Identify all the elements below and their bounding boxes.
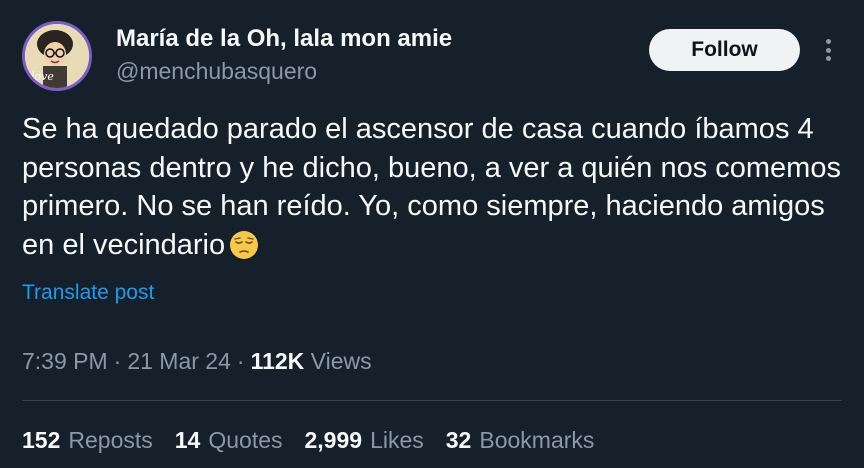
tweet-date[interactable]: 21 Mar 24	[127, 348, 231, 374]
stat-likes[interactable]: 2,999 Likes	[305, 422, 424, 458]
stat-label: Bookmarks	[479, 427, 595, 453]
user-avatar-icon[interactable]: love	[22, 21, 92, 91]
stat-quotes[interactable]: 14 Quotes	[175, 422, 283, 458]
divider	[22, 400, 842, 401]
more-dot	[825, 47, 831, 53]
more-dot	[825, 39, 831, 44]
stat-count: 32	[445, 427, 472, 453]
tweet-text-container: Se ha quedado parado el ascensor de casa…	[22, 110, 842, 264]
views-count: 112K	[250, 348, 305, 374]
tweet-card: love María de la Oh, lala mon amie @menc…	[0, 0, 864, 468]
stat-label: Likes	[370, 427, 424, 453]
stat-count: 2,999	[304, 427, 363, 453]
tweet-stats: 152 Reposts 14 Quotes 2,999 Likes 32 Bookmar…	[22, 422, 616, 458]
follow-button[interactable]: Follow	[649, 29, 800, 71]
author-names: María de la Oh, lala mon amie @menchubas…	[116, 24, 452, 86]
meta-separator: ·	[236, 348, 245, 374]
tweet-text: Se ha quedado parado el ascensor de casa…	[22, 113, 850, 261]
author-display-name[interactable]: María de la Oh, lala mon amie	[116, 24, 452, 54]
stat-bookmarks[interactable]: 32 Bookmarks	[446, 422, 595, 458]
pensive-face-emoji-icon	[229, 230, 259, 260]
tweet-time[interactable]: 7:39 PM	[22, 348, 108, 374]
author-handle[interactable]: @menchubasquero	[116, 56, 452, 86]
more-options-icon[interactable]	[818, 36, 838, 64]
tweet-meta: 7:39 PM · 21 Mar 24 · 112K Views	[22, 344, 372, 378]
stat-count: 152	[22, 427, 61, 453]
stat-reposts[interactable]: 152 Reposts	[22, 422, 153, 458]
stat-label: Quotes	[208, 427, 283, 453]
tweet-header: love María de la Oh, lala mon amie @menc…	[0, 0, 864, 100]
stat-label: Reposts	[68, 427, 153, 453]
translate-post-link[interactable]: Translate post	[22, 281, 154, 305]
views-label: Views	[310, 348, 372, 374]
svg-text:love: love	[31, 70, 54, 83]
stat-count: 14	[174, 427, 201, 453]
meta-separator: ·	[113, 348, 122, 374]
more-dot	[825, 56, 831, 61]
